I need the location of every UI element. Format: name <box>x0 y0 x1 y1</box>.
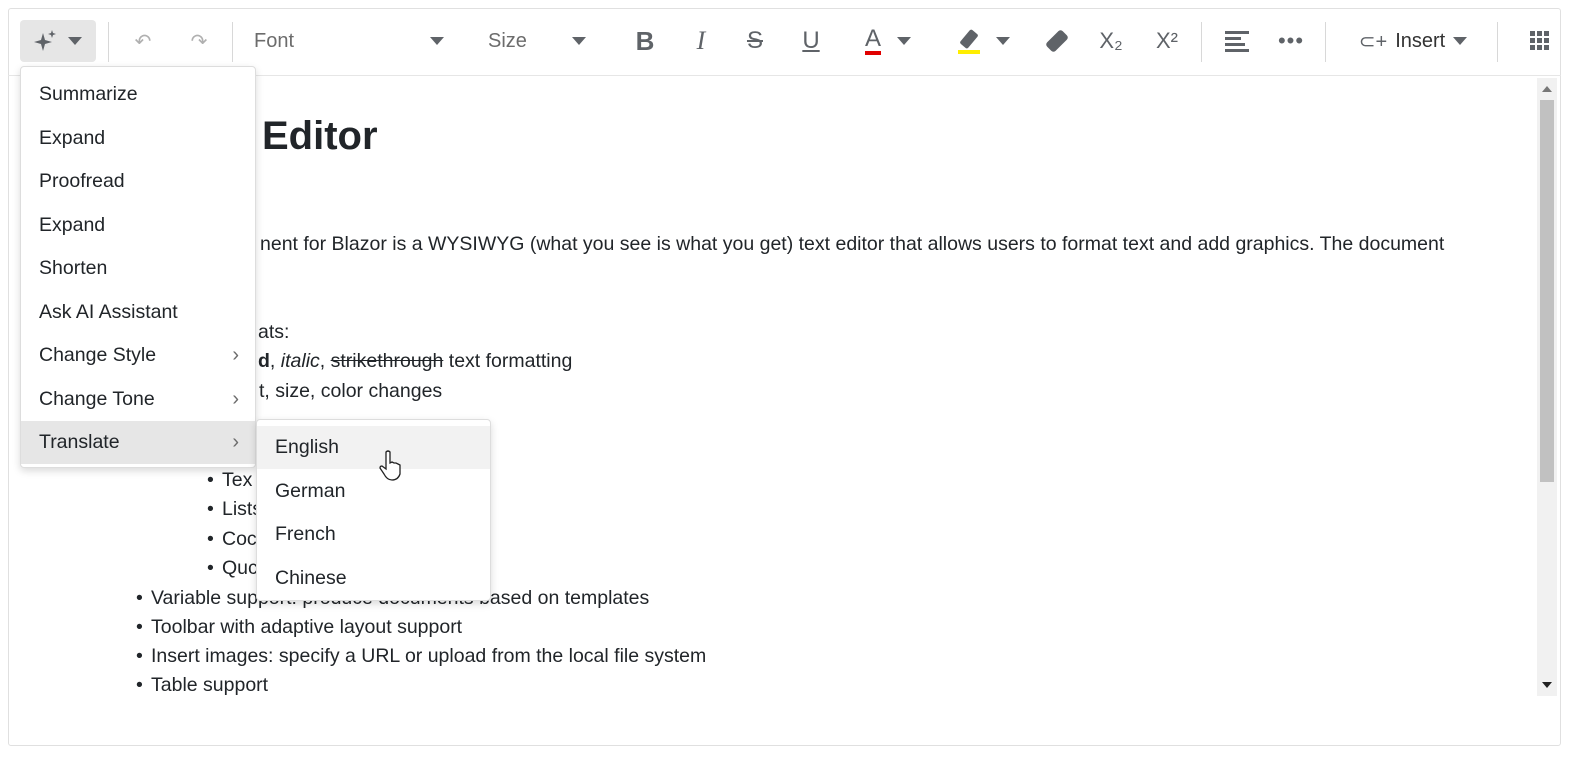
toolbar-menu-button[interactable] <box>1528 20 1552 62</box>
underline-button[interactable]: U <box>794 20 828 62</box>
menu-item-label: English <box>275 436 339 458</box>
translate-submenu: Chinese French German English <box>256 419 491 601</box>
hand-cursor-icon <box>379 450 401 481</box>
bold-icon: B <box>635 25 655 56</box>
more-icon: ••• <box>1277 28 1305 53</box>
sparkle-icon <box>34 30 56 51</box>
subscript-button[interactable]: X₂ <box>1094 20 1128 62</box>
document-title: Editor <box>262 114 378 158</box>
chevron-right-icon: › <box>232 387 239 410</box>
menu-item-label: Shorten <box>39 257 108 279</box>
scroll-up-icon[interactable] <box>1542 86 1552 92</box>
italic-button[interactable]: I <box>684 20 718 62</box>
ai-menu-item[interactable]: Shorten <box>21 247 255 290</box>
ai-assistant-button[interactable] <box>20 20 96 62</box>
font-line: t, size, color changes <box>259 380 443 402</box>
font-select-value: Font <box>254 29 295 52</box>
clear-format-button[interactable] <box>1040 20 1074 62</box>
insert-link-icon: ⊂+ <box>1358 30 1388 53</box>
menu-item-label: German <box>275 479 346 502</box>
list-item: Tex <box>207 469 253 492</box>
menu-item-label: French <box>275 523 336 545</box>
menu-item-label: Chinese <box>275 566 347 589</box>
menu-item-label: Change Style <box>39 344 157 366</box>
ai-menu-item[interactable]: Change Tone › <box>21 378 255 421</box>
font-select[interactable]: Font <box>254 20 444 62</box>
highlight-color-button[interactable] <box>952 20 1016 62</box>
font-color-button[interactable]: A <box>856 20 920 62</box>
translate-menu-item[interactable]: French <box>257 513 490 556</box>
grid-icon <box>1530 31 1549 50</box>
size-select-value: Size <box>488 29 527 52</box>
italic-icon: I <box>696 26 706 55</box>
chevron-down-icon <box>1453 37 1468 45</box>
list-item: Quc <box>207 557 258 580</box>
menu-item-label: Summarize <box>39 83 138 105</box>
insert-button[interactable]: ⊂+ Insert <box>1352 20 1474 62</box>
formatting-line: d, italic, strikethrough text formatting <box>258 350 573 372</box>
list-item: Coc <box>207 528 257 551</box>
size-select[interactable]: Size <box>488 20 586 62</box>
menu-item-label: Translate <box>39 431 120 453</box>
menu-item-label: Expand <box>39 126 106 149</box>
translate-menu-item[interactable]: English <box>257 426 490 469</box>
undo-button[interactable]: ↶ <box>126 20 160 62</box>
menu-item-label: Proofread <box>39 170 125 192</box>
ai-menu-item[interactable]: Proofread <box>21 160 255 203</box>
ai-menu-item[interactable]: Translate › <box>21 421 255 464</box>
menu-item-label: Ask AI Assistant <box>39 300 178 323</box>
subscript-icon: X₂ <box>1099 28 1123 53</box>
highlighter-icon <box>958 28 980 54</box>
ai-menu-item[interactable]: Change Style › <box>21 334 255 377</box>
eraser-icon <box>1044 28 1070 54</box>
align-button[interactable] <box>1220 20 1254 62</box>
scrollbar-thumb[interactable] <box>1540 100 1554 482</box>
superscript-button[interactable]: X² <box>1150 20 1184 62</box>
undo-icon: ↶ <box>134 30 152 53</box>
bold-button[interactable]: B <box>628 20 662 62</box>
vertical-scrollbar[interactable] <box>1537 78 1557 696</box>
font-color-icon: A <box>864 27 881 55</box>
redo-button[interactable]: ↷ <box>182 20 216 62</box>
ai-menu-item[interactable]: Expand <box>21 204 255 247</box>
menu-item-label: Expand <box>39 213 106 236</box>
chevron-down-icon <box>897 37 911 45</box>
formats-label: ats: <box>258 321 290 343</box>
chevron-down-icon <box>68 37 82 45</box>
chevron-down-icon <box>430 37 444 45</box>
underline-icon: U <box>802 27 820 54</box>
ai-menu: Summarize Expand Proofread Expand Shorten Ask… <box>20 66 256 468</box>
chevron-down-icon <box>996 37 1010 45</box>
superscript-icon: X² <box>1156 28 1178 53</box>
ai-menu-item[interactable]: Summarize <box>21 73 255 116</box>
intro-paragraph: nent for Blazor is a WYSIWYG (what you s… <box>260 233 1445 255</box>
insert-label: Insert <box>1395 29 1446 52</box>
chevron-right-icon: › <box>232 344 239 366</box>
scroll-down-icon[interactable] <box>1542 682 1552 688</box>
list-item: Toolbar with adaptive layout support <box>136 616 462 639</box>
chevron-right-icon: › <box>232 431 239 453</box>
menu-item-label: Change Tone <box>39 387 155 410</box>
strikethrough-icon: S <box>746 27 763 54</box>
translate-menu-item[interactable]: Chinese <box>257 557 490 600</box>
more-button[interactable]: ••• <box>1274 20 1308 62</box>
list-item: Table support <box>136 674 268 696</box>
align-left-icon <box>1225 31 1249 52</box>
ai-menu-item[interactable]: Expand <box>21 117 255 160</box>
list-item: Insert images: specify a URL or upload f… <box>136 645 706 668</box>
translate-menu-item[interactable]: German <box>257 470 490 513</box>
redo-icon: ↷ <box>190 30 208 53</box>
strikethrough-button[interactable]: S <box>738 20 772 62</box>
ai-menu-item[interactable]: Ask AI Assistant <box>21 291 255 334</box>
chevron-down-icon <box>572 37 586 45</box>
